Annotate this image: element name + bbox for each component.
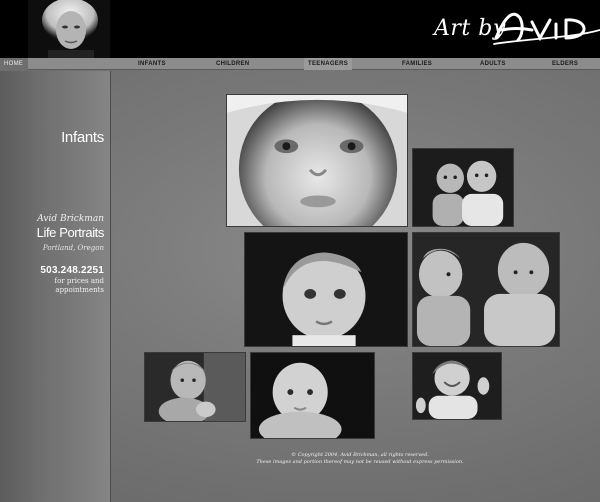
business-name: Life Portraits	[36, 225, 105, 240]
copyright-line: © Copyright 2004, Avid Brickman, all rig…	[291, 452, 429, 458]
section-title: Infants	[61, 129, 104, 146]
nav-elders[interactable]: ELDERS	[552, 58, 578, 70]
footer: © Copyright 2004, Avid Brickman, all rig…	[210, 452, 510, 466]
nav-teenagers[interactable]: TEENAGERS	[304, 58, 353, 70]
page: Art by HOME INFANTS CHILDREN TEENAGERS F…	[0, 0, 600, 502]
nav-adults[interactable]: ADULTS	[480, 58, 506, 70]
contact-block: Avid Brickman Life Portraits Portland, O…	[0, 214, 105, 252]
brand-script-logo	[493, 12, 600, 45]
nav-children[interactable]: CHILDREN	[216, 58, 249, 70]
photographer-portrait	[28, 0, 110, 58]
permission-line: These images and portion thereof may not…	[256, 459, 464, 465]
phone-note: for prices and appointments	[0, 277, 105, 295]
header: Art by	[0, 0, 600, 58]
photo-bald-baby[interactable]	[250, 352, 375, 439]
photo-baby-portrait[interactable]	[244, 232, 408, 347]
photo-laughing-baby[interactable]	[412, 352, 502, 420]
brand-logo[interactable]: Art by	[434, 10, 600, 50]
location: Portland, Oregon	[42, 244, 104, 252]
photo-two-babies[interactable]	[412, 148, 514, 227]
photo-infant-closeup[interactable]	[226, 94, 408, 227]
nav-infants[interactable]: INFANTS	[138, 58, 166, 70]
phone-note-line-1: for prices and	[54, 277, 105, 285]
phone-number: 503.248.2251	[40, 265, 104, 276]
main-nav: HOME INFANTS CHILDREN TEENAGERS FAMILIES…	[0, 58, 600, 70]
sidebar: Infants Avid Brickman Life Portraits Por…	[0, 71, 111, 502]
phone-note-line-2: appointments	[55, 286, 104, 294]
nav-families[interactable]: FAMILIES	[402, 58, 432, 70]
nav-home[interactable]: HOME	[0, 58, 28, 70]
photographer-name: Avid Brickman	[37, 214, 104, 224]
photo-two-toddlers[interactable]	[412, 232, 560, 347]
photo-baby-hands[interactable]	[144, 352, 246, 422]
